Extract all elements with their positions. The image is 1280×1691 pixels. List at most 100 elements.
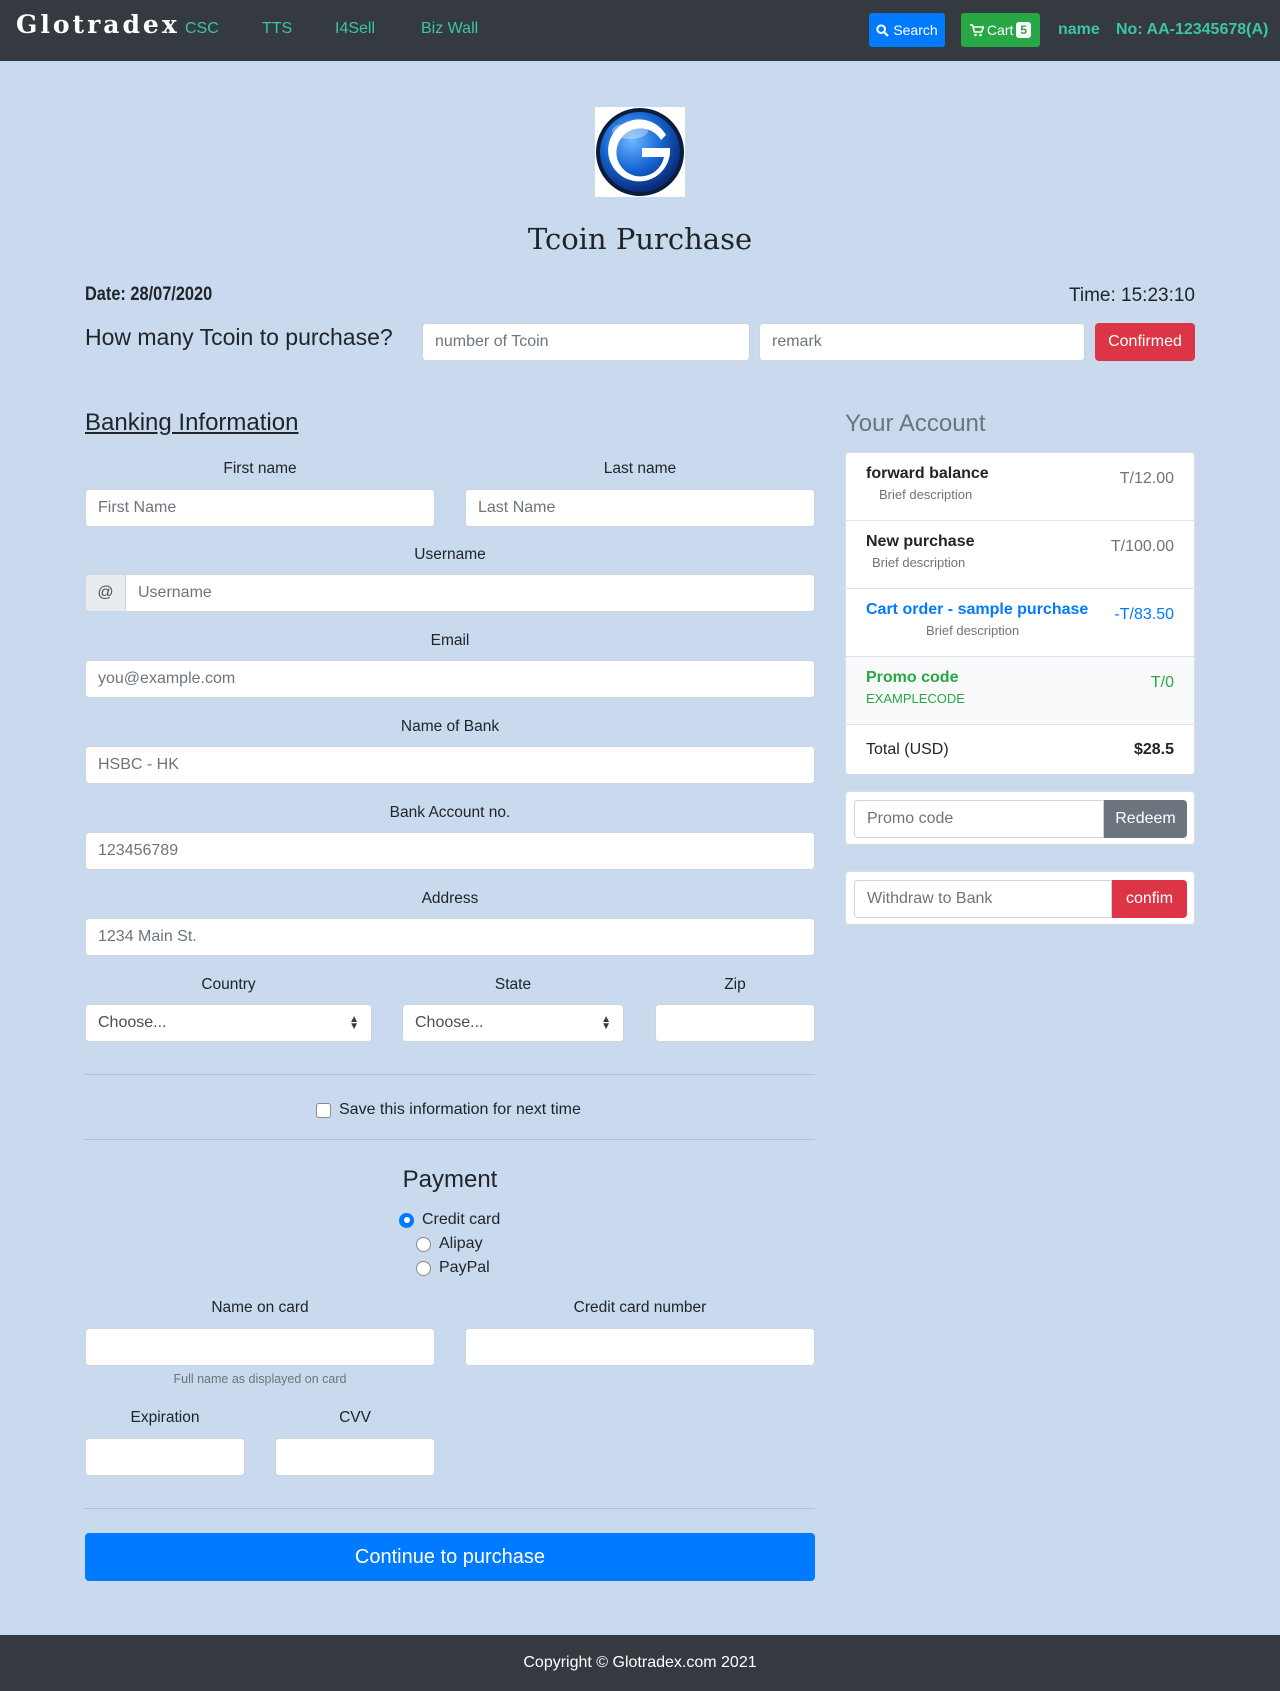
radio-unselected-icon[interactable] <box>416 1260 431 1276</box>
list-item-desc: Brief description <box>879 487 973 502</box>
total-label: Total (USD) <box>866 740 949 758</box>
divider <box>85 1074 815 1075</box>
footer: Copyright © Glotradex.com 2021 <box>0 1635 1280 1691</box>
divider <box>85 1139 815 1140</box>
withdraw-card: confim <box>845 871 1195 925</box>
g-logo-icon <box>596 108 684 196</box>
state-select-value: Choose... <box>415 1014 484 1031</box>
card-number-label: Credit card number <box>573 1299 707 1316</box>
account-summary-list: forward balance Brief description T/12.0… <box>845 452 1195 775</box>
list-item-amount: T/100.00 <box>1110 538 1174 555</box>
radio-selected-icon[interactable] <box>399 1212 414 1228</box>
bank-name-input[interactable] <box>85 746 815 784</box>
payment-option-credit-card[interactable]: Credit card <box>399 1211 500 1229</box>
country-select[interactable]: Choose... ▲ ▼ <box>85 1004 372 1042</box>
list-item: forward balance Brief description T/12.0… <box>846 453 1194 521</box>
glotradex-logo <box>595 107 685 197</box>
zip-input[interactable] <box>655 1004 815 1042</box>
confirmed-button[interactable]: Confirmed <box>1095 323 1195 361</box>
top-navbar: Glotradex CSC TTS I4Sell Biz Wall Search… <box>0 0 1280 61</box>
cvv-input[interactable] <box>275 1438 435 1476</box>
country-select-value: Choose... <box>98 1014 167 1031</box>
card-number-input[interactable] <box>465 1328 815 1366</box>
username-at-addon: @ <box>85 574 126 612</box>
zip-label: Zip <box>724 976 746 993</box>
last-name-input[interactable] <box>465 489 815 527</box>
bank-account-input[interactable] <box>85 832 815 870</box>
banking-info-heading: Banking Information <box>85 409 299 436</box>
list-item: Cart order - sample purchase Brief descr… <box>846 589 1194 657</box>
last-name-label: Last name <box>603 460 677 477</box>
payment-option-paypal[interactable]: PayPal <box>416 1259 490 1277</box>
email-label: Email <box>430 632 470 649</box>
cart-button[interactable]: Cart 5 <box>961 13 1040 47</box>
bank-account-label: Bank Account no. <box>389 804 511 821</box>
country-label: Country <box>201 976 256 993</box>
bank-name-label: Name of Bank <box>400 718 500 735</box>
list-item-desc: Brief description <box>872 555 966 570</box>
first-name-label: First name <box>223 460 297 477</box>
cvv-label: CVV <box>339 1409 371 1426</box>
card-name-label: Name on card <box>211 1299 309 1316</box>
purchase-time: Time: 15:23:10 <box>1068 285 1195 306</box>
tcoin-question-label: How many Tcoin to purchase? <box>85 324 393 350</box>
promo-code-value: EXAMPLECODE <box>866 691 965 706</box>
promo-code-input[interactable] <box>854 800 1104 838</box>
page-title: Tcoin Purchase <box>527 222 753 256</box>
state-label: State <box>494 976 532 993</box>
list-item-amount: -T/83.50 <box>1114 606 1174 623</box>
payment-option-label: Alipay <box>439 1235 483 1252</box>
purchase-date: Date: 28/07/2020 <box>85 284 213 305</box>
save-info-label: Save this information for next time <box>339 1101 581 1118</box>
search-button-label: Search <box>893 22 938 38</box>
save-info-checkbox[interactable] <box>316 1102 331 1118</box>
redeem-button[interactable]: Redeem <box>1104 800 1187 838</box>
cart-icon <box>969 23 984 36</box>
payment-heading: Payment <box>402 1166 498 1193</box>
expiration-input[interactable] <box>85 1438 245 1476</box>
first-name-input[interactable] <box>85 489 435 527</box>
select-caret-icon: ▲ ▼ <box>601 1014 611 1032</box>
payment-option-label: PayPal <box>439 1259 490 1276</box>
cart-count-badge: 5 <box>1016 22 1032 38</box>
username-label: Username <box>414 546 486 563</box>
cart-button-label: Cart <box>986 22 1014 38</box>
payment-option-label: Credit card <box>422 1211 501 1228</box>
card-name-input[interactable] <box>85 1328 435 1366</box>
total-value: $28.5 <box>1133 740 1174 758</box>
tcoin-amount-input[interactable] <box>422 323 750 361</box>
email-input[interactable] <box>85 660 815 698</box>
withdraw-confirm-button[interactable]: confim <box>1112 880 1187 918</box>
withdraw-to-bank-input[interactable] <box>854 880 1112 918</box>
list-item-title: Promo code <box>866 669 959 686</box>
nav-link-i4sell[interactable]: I4Sell <box>335 20 375 38</box>
user-name-link[interactable]: name <box>1058 21 1100 39</box>
account-number: No: AA-12345678(A) <box>1116 21 1269 38</box>
nav-link-tts[interactable]: TTS <box>262 20 292 38</box>
copyright-text: Copyright © Glotradex.com 2021 <box>523 1654 757 1671</box>
save-info-row[interactable]: Save this information for next time <box>316 1101 581 1119</box>
list-item-amount: T/12.00 <box>1119 470 1174 487</box>
list-item: New purchase Brief description T/100.00 <box>846 521 1194 589</box>
address-label: Address <box>421 890 479 907</box>
divider <box>85 1508 815 1509</box>
list-item-desc: Brief description <box>926 623 1020 638</box>
nav-link-biz-wall[interactable]: Biz Wall <box>421 20 478 38</box>
nav-link-csc[interactable]: CSC <box>185 20 219 38</box>
list-item-amount: T/0 <box>1150 674 1174 691</box>
search-button[interactable]: Search <box>869 13 945 47</box>
search-icon <box>876 23 890 37</box>
username-input[interactable] <box>125 574 815 612</box>
payment-option-alipay[interactable]: Alipay <box>416 1235 483 1253</box>
remark-input[interactable] <box>759 323 1085 361</box>
continue-to-purchase-button[interactable]: Continue to purchase <box>85 1533 815 1581</box>
address-input[interactable] <box>85 918 815 956</box>
card-name-help: Full name as displayed on card <box>173 1372 347 1386</box>
state-select[interactable]: Choose... ▲ ▼ <box>402 1004 624 1042</box>
your-account-heading: Your Account <box>845 410 986 437</box>
expiration-label: Expiration <box>130 1409 200 1426</box>
select-caret-icon: ▲ ▼ <box>349 1014 359 1032</box>
promo-code-card: Redeem <box>845 791 1195 845</box>
brand-logo-text[interactable]: Glotradex <box>16 10 180 39</box>
radio-unselected-icon[interactable] <box>416 1236 431 1252</box>
